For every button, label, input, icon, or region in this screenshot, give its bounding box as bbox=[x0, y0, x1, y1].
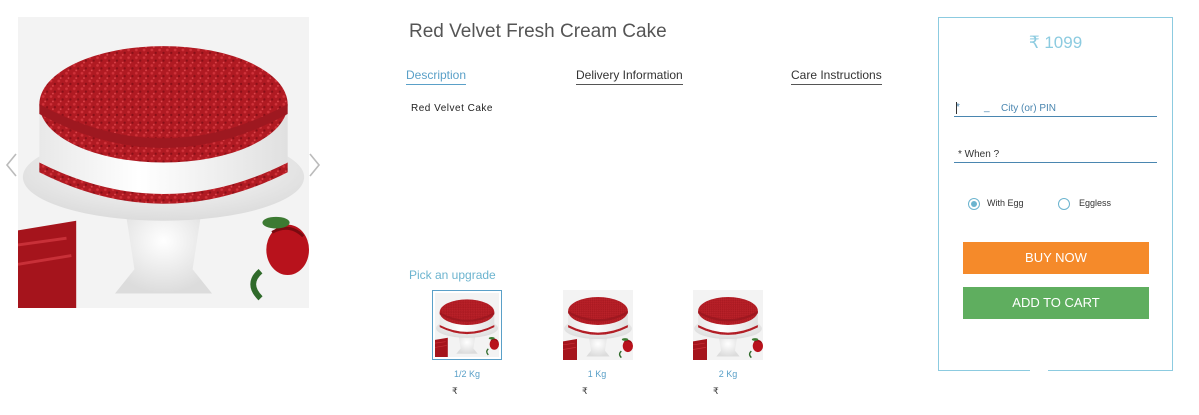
buy-now-button[interactable]: BUY NOW bbox=[963, 242, 1149, 274]
upgrade-option-half-kg[interactable] bbox=[432, 290, 502, 360]
price: ₹ 1099 bbox=[1028, 33, 1083, 52]
upgrade-weight-label: 1 Kg bbox=[587, 369, 607, 379]
eggless-radio[interactable] bbox=[1058, 198, 1070, 210]
input-dash: _ bbox=[984, 102, 990, 113]
tab-delivery-information[interactable]: Delivery Information bbox=[576, 68, 683, 85]
city-pin-placeholder: City (or) PIN bbox=[1001, 103, 1056, 114]
product-image[interactable] bbox=[18, 17, 309, 308]
when-placeholder: * When ? bbox=[958, 149, 1000, 160]
chevron-left-icon[interactable] bbox=[4, 152, 18, 178]
panel-notch bbox=[1030, 369, 1048, 373]
eggless-label[interactable]: Eggless bbox=[1079, 198, 1111, 208]
tab-description[interactable]: Description bbox=[406, 68, 467, 85]
product-title: Red Velvet Fresh Cream Cake bbox=[409, 21, 667, 42]
tab-care-instructions[interactable]: Care Instructions bbox=[791, 68, 882, 85]
upgrade-option-2-kg[interactable] bbox=[693, 290, 763, 360]
text-cursor bbox=[956, 102, 957, 114]
add-to-cart-button[interactable]: ADD TO CART bbox=[963, 287, 1149, 319]
with-egg-radio[interactable] bbox=[968, 198, 980, 210]
with-egg-label[interactable]: With Egg bbox=[987, 198, 1024, 208]
upgrade-weight-label: 1/2 Kg bbox=[453, 369, 481, 379]
city-pin-input[interactable]: * _ City (or) PIN bbox=[954, 100, 1157, 117]
upgrade-option-1-kg[interactable] bbox=[563, 290, 633, 360]
delivery-date-input[interactable]: * When ? bbox=[954, 148, 1157, 163]
upgrade-weight-label: 2 Kg bbox=[718, 369, 738, 379]
chevron-right-icon[interactable] bbox=[308, 152, 322, 178]
upgrade-label: Pick an upgrade bbox=[409, 268, 496, 282]
description-text: Red Velvet Cake bbox=[411, 103, 493, 114]
upgrade-price: ₹ bbox=[582, 386, 588, 396]
upgrade-price: ₹ bbox=[452, 386, 458, 396]
upgrade-price: ₹ bbox=[713, 386, 719, 396]
